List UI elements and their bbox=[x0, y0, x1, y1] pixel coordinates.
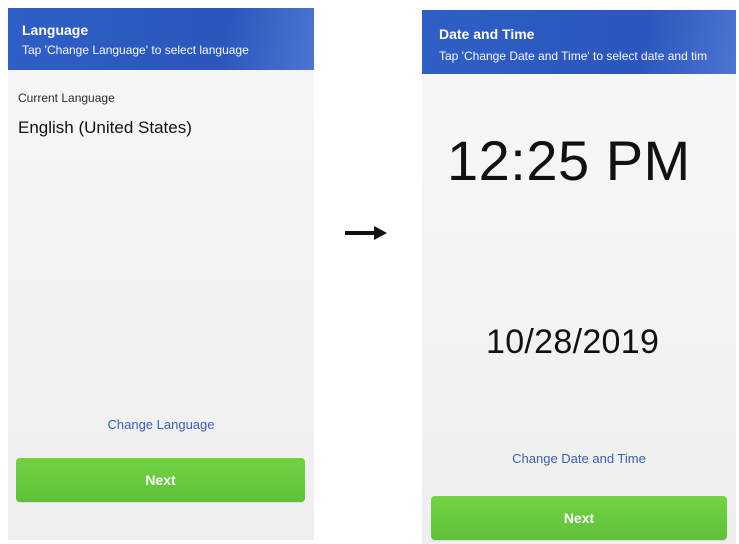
change-language-link[interactable]: Change Language bbox=[8, 417, 314, 432]
date-time-title: Date and Time bbox=[439, 26, 535, 42]
language-header: Language Tap 'Change Language' to select… bbox=[8, 8, 314, 70]
date-display: 10/28/2019 bbox=[486, 323, 660, 361]
date-time-header: Date and Time Tap 'Change Date and Time'… bbox=[422, 10, 736, 74]
current-language-label: Current Language bbox=[18, 91, 115, 105]
language-subtitle: Tap 'Change Language' to select language bbox=[22, 43, 249, 57]
change-date-time-link[interactable]: Change Date and Time bbox=[422, 451, 736, 466]
date-time-next-button[interactable]: Next bbox=[431, 496, 727, 540]
date-time-subtitle: Tap 'Change Date and Time' to select dat… bbox=[439, 49, 708, 63]
language-next-button[interactable]: Next bbox=[16, 458, 305, 502]
current-language-value: English (United States) bbox=[18, 118, 192, 137]
right-arrow-icon bbox=[345, 226, 387, 240]
language-screen: Language Tap 'Change Language' to select… bbox=[8, 8, 314, 540]
date-time-screen: Date and Time Tap 'Change Date and Time'… bbox=[422, 10, 736, 544]
language-title: Language bbox=[22, 22, 89, 38]
time-display: 12:25 PM bbox=[447, 129, 691, 192]
